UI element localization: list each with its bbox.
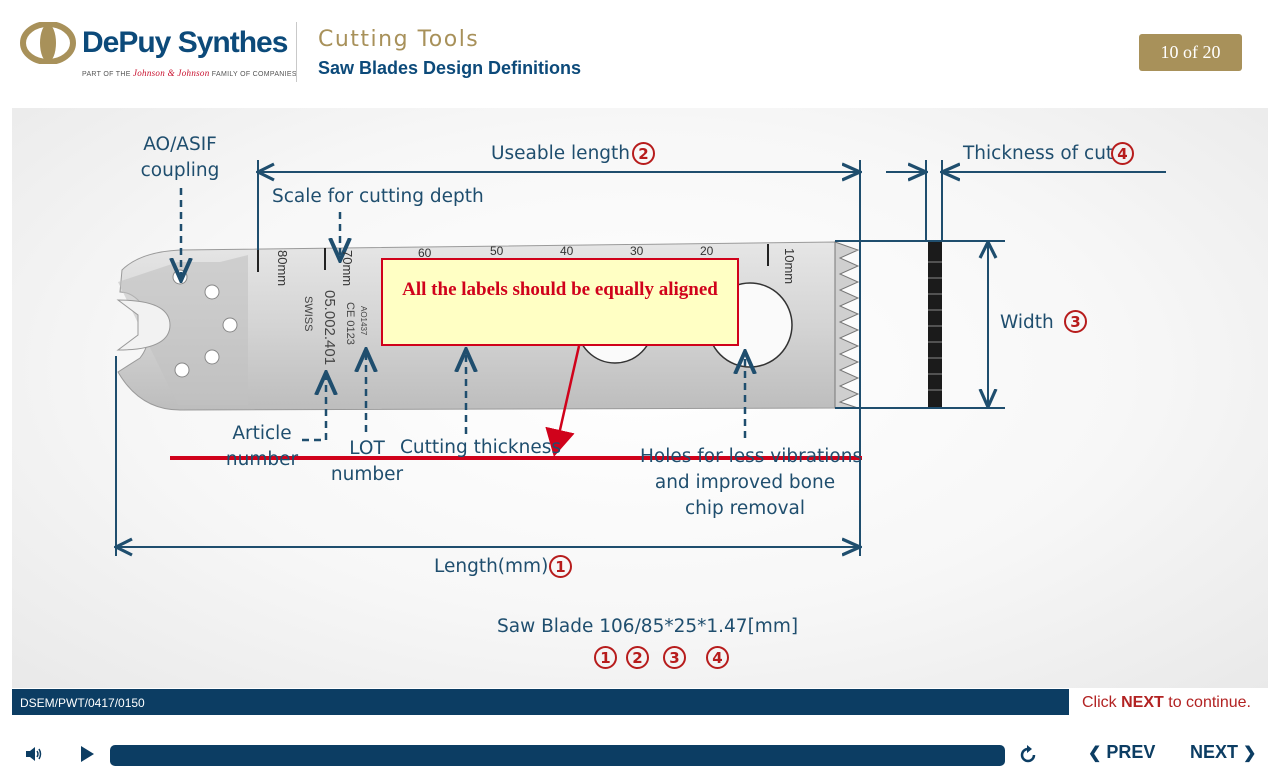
speaker-icon[interactable]	[24, 744, 44, 769]
next-button[interactable]: NEXT ❯	[1190, 742, 1256, 763]
progress-bar[interactable]	[110, 745, 1005, 766]
blade-marking-article: 05.002.401	[321, 290, 338, 366]
blade-marking-swiss: SWISS	[302, 296, 314, 332]
article-number-label: Article number	[225, 423, 299, 470]
length-label: Length(mm)	[434, 556, 549, 577]
coupling-label: AO/ASIF coupling	[140, 134, 220, 181]
blade-marking-30: 30	[630, 244, 644, 258]
blade-marking-ao: AO1437	[359, 306, 368, 336]
blade-marking-20: 20	[700, 244, 714, 258]
holes-label: Holes for less vibrations and improved b…	[640, 446, 863, 519]
length-number: 1	[549, 555, 572, 578]
blade-marking-40: 40	[560, 244, 574, 258]
spec-number-2: 2	[626, 646, 649, 669]
width-label: Width	[1000, 312, 1054, 333]
continue-hint: Click NEXT to continue.	[1082, 694, 1251, 711]
blade-marking-10: 10mm	[782, 248, 797, 285]
chevron-left-icon: ❮	[1088, 745, 1102, 762]
cutting-thickness-label: Cutting thickness	[400, 437, 562, 458]
thickness-of-cut-number: 4	[1111, 142, 1134, 165]
useable-length-label: Useable length	[491, 143, 631, 164]
spec-label: Saw Blade 106/85*25*1.47[mm]	[497, 616, 799, 637]
chevron-right-icon: ❯	[1243, 745, 1257, 762]
blade-marking-70: 70mm	[340, 250, 355, 287]
spec-number-4: 4	[706, 646, 729, 669]
scale-label: Scale for cutting depth	[272, 186, 484, 207]
footer-bar	[12, 689, 1069, 715]
document-code: DSEM/PWT/0417/0150	[20, 696, 145, 710]
spec-number-1: 1	[594, 646, 617, 669]
spec-number-3: 3	[663, 646, 686, 669]
thickness-of-cut-label: Thickness of cut	[963, 143, 1114, 164]
play-icon[interactable]	[78, 745, 96, 768]
lot-number-label: LOT number	[330, 438, 404, 485]
width-number: 3	[1064, 310, 1087, 333]
replay-icon[interactable]	[1017, 744, 1039, 771]
useable-length-number: 2	[632, 142, 655, 165]
blade-marking-50: 50	[490, 244, 504, 258]
prev-button[interactable]: ❮ PREV	[1088, 742, 1155, 763]
blade-marking-80: 80mm	[275, 250, 290, 287]
annotation-box: All the labels should be equally aligned	[381, 258, 739, 346]
